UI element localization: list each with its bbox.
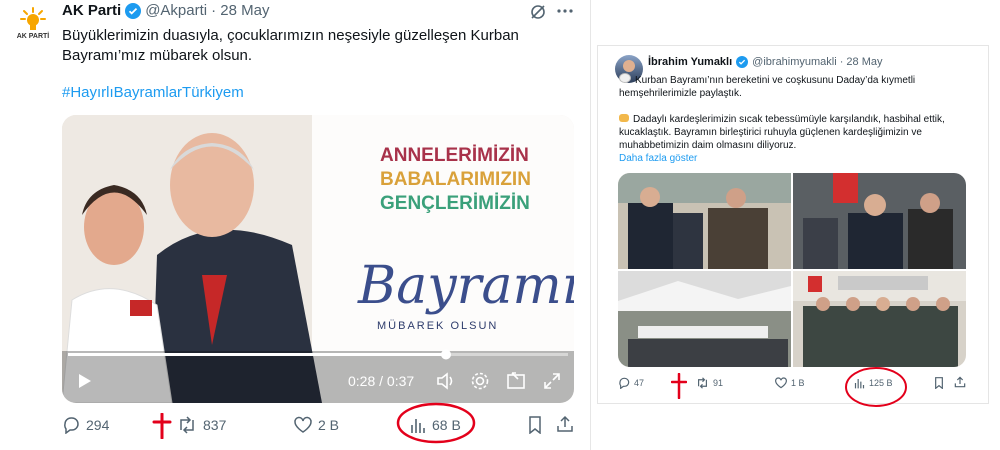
- fullscreen-icon[interactable]: [542, 371, 562, 391]
- like2-button[interactable]: 1 B: [775, 377, 805, 389]
- tweet-akparti: AK PARTİ AK Parti @Akparti · 28 May Büyü…: [0, 0, 591, 450]
- reply-icon: [64, 417, 79, 434]
- show-more-link[interactable]: Daha fazla göster: [619, 152, 945, 165]
- tweet2-para2-line2: kucaklaştık. Bayramın birleştirici ruhuy…: [619, 127, 922, 138]
- tweet2-header: İbrahim Yumaklı @ibrahimyumakli · 28 May: [648, 56, 883, 68]
- red-annotation-circle-2: [845, 367, 907, 407]
- red-annotation-cross-2: [671, 373, 687, 399]
- tweet2-date[interactable]: · 28 May: [840, 56, 883, 68]
- photo-handshake[interactable]: [618, 173, 791, 269]
- author2-name[interactable]: İbrahim Yumaklı: [648, 56, 732, 68]
- repost-count: 837: [203, 417, 227, 433]
- tweet-date[interactable]: · 28 May: [211, 2, 269, 19]
- repost2-button[interactable]: 91: [696, 377, 723, 389]
- tweet-yumakli: İbrahim Yumaklı @ibrahimyumakli · 28 May…: [597, 45, 989, 407]
- red-annotation-cross: [152, 413, 172, 439]
- photo-grid[interactable]: [618, 173, 966, 367]
- settings-gear-icon[interactable]: [470, 371, 490, 391]
- video-line2: BABALARIMIZIN: [380, 169, 531, 190]
- reply-button[interactable]: 294: [62, 416, 109, 434]
- video-line1: ANNELERİMİZİN: [380, 145, 529, 166]
- repost-icon: [180, 416, 194, 434]
- tweet-text-line1: Büyüklerimizin duasıyla, çocuklarımızın …: [62, 27, 519, 44]
- photo-selfie[interactable]: [793, 173, 966, 269]
- verified2-badge-icon: [736, 56, 749, 68]
- bookmark2-icon[interactable]: [934, 377, 944, 389]
- video-time: 0:28 / 0:37: [348, 373, 415, 389]
- bookmark-icon[interactable]: [528, 416, 542, 434]
- video-illustration: ANNELERİMİZİN BABALARIMIZIN GENÇLERİMİZİ…: [62, 115, 574, 403]
- grok-icon[interactable]: [530, 4, 546, 20]
- repost-button[interactable]: 837: [177, 416, 226, 434]
- tweet2-para1-line1: Kurban Bayramı’nın bereketini ve coşkusu…: [635, 75, 916, 86]
- play-icon[interactable]: [78, 373, 92, 389]
- photo-group[interactable]: [793, 271, 966, 367]
- tweet2-para2-line3: muhabbetimizin daim olmasını diliyoruz.: [619, 140, 797, 151]
- tweet-text-line2: Bayramı’mız mübarek olsun.: [62, 47, 253, 64]
- tweet-text: Büyüklerimizin duasıyla, çocuklarımızın …: [62, 26, 519, 66]
- video-subtitle: MÜBAREK OLSUN: [377, 320, 498, 332]
- video-player[interactable]: ANNELERİMİZİN BABALARIMIZIN GENÇLERİMİZİ…: [62, 115, 574, 403]
- heart-icon: [294, 416, 312, 433]
- heart2-icon: [775, 377, 787, 389]
- like-count: 2 B: [318, 417, 340, 433]
- hashtag-link[interactable]: #HayırlıBayramlarTürkiyem: [62, 83, 244, 103]
- picture-in-picture-icon[interactable]: [506, 371, 526, 391]
- handshake-emoji-icon: [619, 114, 629, 122]
- share2-icon[interactable]: [954, 376, 966, 388]
- reply-count: 294: [86, 417, 110, 433]
- like-button[interactable]: 2 B: [294, 416, 339, 434]
- reply2-icon: [619, 377, 630, 389]
- tweet2-para1-line2: hemşehrilerimizle paylaştık.: [619, 88, 742, 99]
- author-handle[interactable]: @Akparti: [145, 2, 207, 19]
- reply2-count: 47: [634, 378, 645, 388]
- akparti-avatar[interactable]: AK PARTİ: [12, 2, 54, 44]
- share-icon[interactable]: [556, 415, 574, 433]
- photo-gathering-tent[interactable]: [618, 271, 791, 367]
- repost2-count: 91: [713, 378, 724, 388]
- author-name[interactable]: AK Parti: [62, 2, 121, 19]
- lightbulb-logo-icon: [20, 6, 46, 30]
- more-options-icon[interactable]: [556, 6, 574, 16]
- like2-count: 1 B: [791, 378, 805, 388]
- tweet2-para2-line1: Dadaylı kardeşlerimizin sıcak tebessümüy…: [633, 114, 945, 125]
- repost2-icon: [698, 377, 707, 389]
- akparti-logo-text: AK PARTİ: [16, 32, 50, 40]
- sheep-emoji-icon: [619, 73, 631, 83]
- tweet2-text: Kurban Bayramı’nın bereketini ve coşkusu…: [619, 73, 945, 165]
- tweet-header: AK Parti @Akparti · 28 May: [62, 2, 269, 19]
- volume-icon[interactable]: [436, 372, 456, 390]
- verified-badge-icon: [125, 2, 142, 19]
- video-script-title: Bayramı: [357, 256, 574, 316]
- author2-handle[interactable]: @ibrahimyumakli: [752, 56, 837, 68]
- video-line3: GENÇLERİMİZİN: [380, 193, 530, 214]
- reply2-button[interactable]: 47: [618, 377, 644, 389]
- red-annotation-circle: [396, 402, 476, 444]
